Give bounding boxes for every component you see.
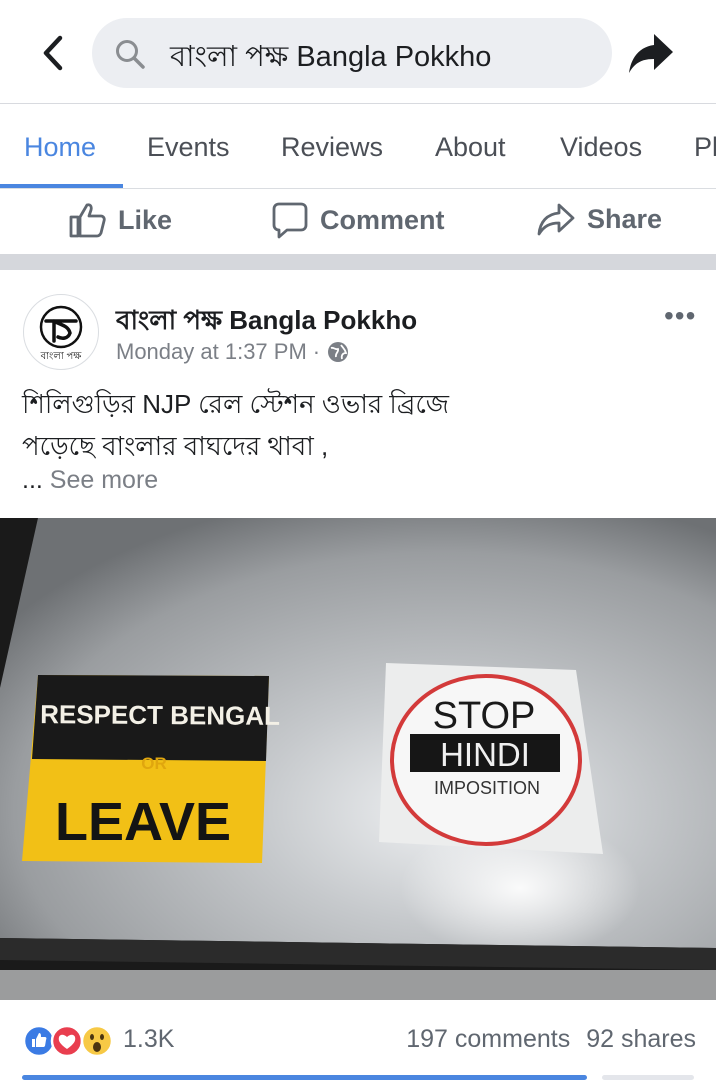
sticker-or-text: OR <box>141 754 167 773</box>
top-bar: বাংলা পক্ষ Bangla Pokkho <box>0 0 716 104</box>
search-bar[interactable]: বাংলা পক্ষ Bangla Pokkho <box>92 18 612 88</box>
engagement-stats: 197 comments 92 shares <box>406 1025 696 1054</box>
reaction-count[interactable]: 1.3K <box>123 1025 174 1054</box>
share-arrow-icon[interactable] <box>626 28 676 78</box>
sticker-stop-text: STOP <box>433 695 536 737</box>
page-name[interactable]: বাংলা পক্ষ Bangla Pokkho <box>116 300 417 344</box>
post-card: বাংলা পক্ষ বাংলা পক্ষ Bangla Pokkho Mond… <box>0 270 716 1079</box>
share-button[interactable]: Share <box>537 201 662 237</box>
share-icon <box>537 203 575 236</box>
see-more-link[interactable]: ... See more <box>22 466 158 495</box>
post-actions-bar: Like Comment Share <box>0 189 716 254</box>
sticker-hindi-text: HINDI <box>440 736 530 773</box>
bottom-secondary-button[interactable] <box>602 1075 694 1080</box>
see-more-label: See more <box>49 466 159 494</box>
post-text-line-2: পড়েছে বাংলার বাঘদের থাবা , <box>22 431 329 461</box>
reactions-icons[interactable] <box>22 1024 122 1058</box>
shares-count[interactable]: 92 shares <box>586 1025 696 1053</box>
avatar[interactable]: বাংলা পক্ষ <box>23 294 99 370</box>
tab-home[interactable]: Home <box>24 132 96 163</box>
meta-dot: · <box>312 339 321 364</box>
floor-strip <box>0 970 716 1000</box>
ellipsis: ... <box>22 466 43 494</box>
comment-bubble-icon <box>272 202 308 239</box>
more-options-icon[interactable]: ••• <box>664 300 696 332</box>
comment-label: Comment <box>320 204 445 235</box>
bottom-action-button[interactable] <box>22 1075 587 1080</box>
like-label: Like <box>118 204 173 235</box>
tab-photos[interactable]: Pl <box>694 132 716 163</box>
sticker-leave-text: LEAVE <box>55 792 231 852</box>
thumbs-up-icon <box>69 203 106 238</box>
post-footer: 1.3K 197 comments 92 shares <box>0 1000 716 1080</box>
globe-icon <box>328 342 349 362</box>
post-meta: Monday at 1:37 PM · <box>116 339 350 365</box>
tab-reviews[interactable]: Reviews <box>281 132 383 163</box>
sticker-respect-bengal-text: RESPECT BENGAL <box>40 699 280 731</box>
active-tab-indicator <box>0 184 123 188</box>
post-timestamp[interactable]: Monday at 1:37 PM <box>116 339 307 365</box>
sticker-imposition-text: IMPOSITION <box>434 778 540 798</box>
like-button[interactable]: Like <box>68 201 172 239</box>
search-icon <box>116 40 145 69</box>
search-query[interactable]: বাংলা পক্ষ Bangla Pokkho <box>170 34 491 83</box>
respect-bengal-sticker: RESPECT BENGAL OR LEAVE <box>22 675 280 863</box>
avatar-label: বাংলা পক্ষ <box>40 351 82 362</box>
feed-separator <box>0 254 716 270</box>
tab-events[interactable]: Events <box>147 132 230 163</box>
share-label: Share <box>587 203 663 234</box>
comment-button[interactable]: Comment <box>272 201 445 239</box>
tab-videos[interactable]: Videos <box>560 132 642 163</box>
tab-about[interactable]: About <box>435 132 506 163</box>
post-photo[interactable]: RESPECT BENGAL OR LEAVE STOP HINDI IMPOS… <box>0 518 716 1000</box>
stop-hindi-sticker: STOP HINDI IMPOSITION <box>379 663 603 854</box>
back-arrow-icon[interactable] <box>34 30 74 76</box>
page-tabs: Home Events Reviews About Videos Pl <box>0 104 716 189</box>
post-text-line-1: শিলিগুড়ির NJP রেল স্টেশন ওভার ব্রিজে <box>22 389 450 419</box>
comments-count[interactable]: 197 comments <box>406 1025 570 1053</box>
